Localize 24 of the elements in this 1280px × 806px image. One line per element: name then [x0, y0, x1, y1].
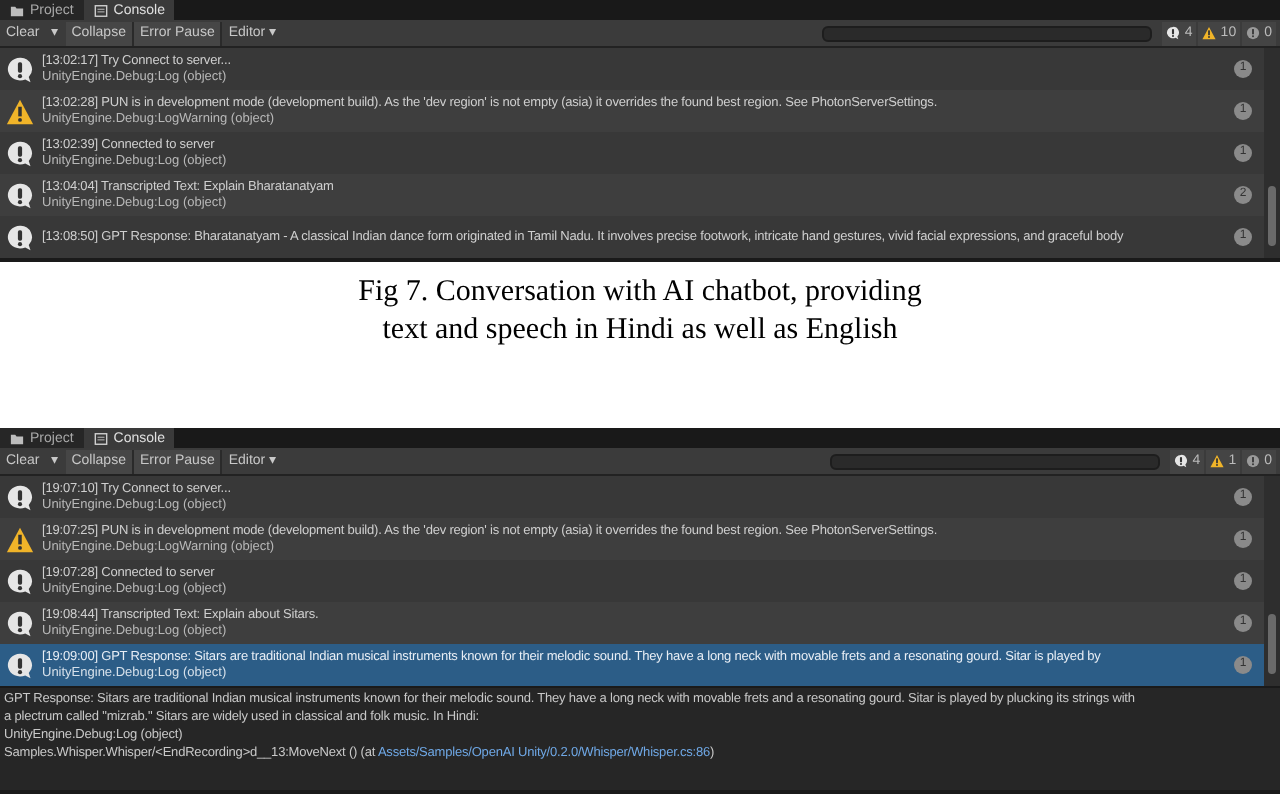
info-icon [1166, 26, 1181, 40]
error-icon [1246, 454, 1261, 468]
log-row[interactable] [0, 644, 1264, 686]
console-icon [93, 431, 108, 445]
warning-icon [1202, 26, 1217, 40]
info-icon [6, 609, 34, 637]
scrollbar-thumb[interactable] [1268, 186, 1276, 246]
info-icon [6, 55, 34, 83]
warning-icon [6, 525, 34, 553]
search-field[interactable] [830, 453, 1161, 469]
search-field[interactable] [822, 25, 1153, 41]
scrollbar-thumb[interactable] [1268, 614, 1276, 674]
warning-icon [1210, 454, 1225, 468]
info-icon [6, 181, 34, 209]
info-icon [6, 651, 34, 679]
info-icon [1174, 454, 1189, 468]
info-icon [6, 139, 34, 167]
info-icon [6, 567, 34, 595]
warning-icon [6, 97, 34, 125]
console-icon [93, 3, 108, 17]
figure-caption: Fig 7. Conversation with AI chatbot, providing text and speech in Hindi as well as English [356, 274, 924, 350]
error-icon [1246, 26, 1261, 40]
info-icon [6, 483, 34, 511]
info-icon [6, 223, 34, 251]
